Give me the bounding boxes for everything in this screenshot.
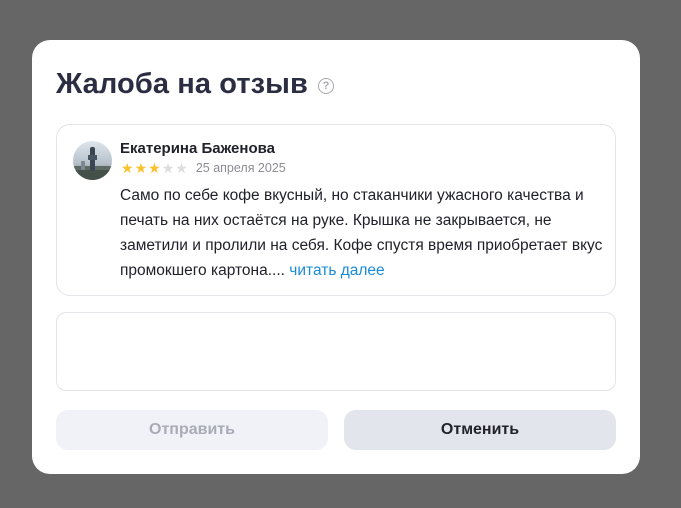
read-more-link[interactable]: читать далее [289,262,384,279]
star-filled-icon: ★ [148,160,161,176]
dialog-title: Жалоба на отзыв [56,67,308,100]
star-empty-icon: ★ [161,160,175,176]
review-author: Екатерина Баженова [120,140,275,157]
star-filled-icon: ★ [121,160,134,176]
star-empty-icon: ★ [175,160,188,176]
avatar [73,141,112,180]
review-date: 25 апреля 2025 [195,161,286,175]
cancel-button[interactable]: Отменить [344,410,616,450]
question-circle-icon[interactable]: ? [317,78,334,94]
review-card: Екатерина Баженова ★ ★ ★ ★ ★ 25 апреля 2025 … [56,124,616,296]
complaint-dialog: Жалоба на отзыв ? Екатерина Баженова ★ ★… [32,40,640,474]
dialog-header: Жалоба на отзыв ? [56,66,334,102]
review-text: Само по себе кофе вкусный, но стаканчики… [120,183,610,283]
send-button[interactable]: Отправить [56,410,328,450]
complaint-input[interactable] [56,312,616,391]
rating-stars: ★ ★ ★ ★ ★ [121,161,188,175]
review-meta: ★ ★ ★ ★ ★ 25 апреля 2025 [121,160,286,176]
star-filled-icon: ★ [134,160,148,176]
